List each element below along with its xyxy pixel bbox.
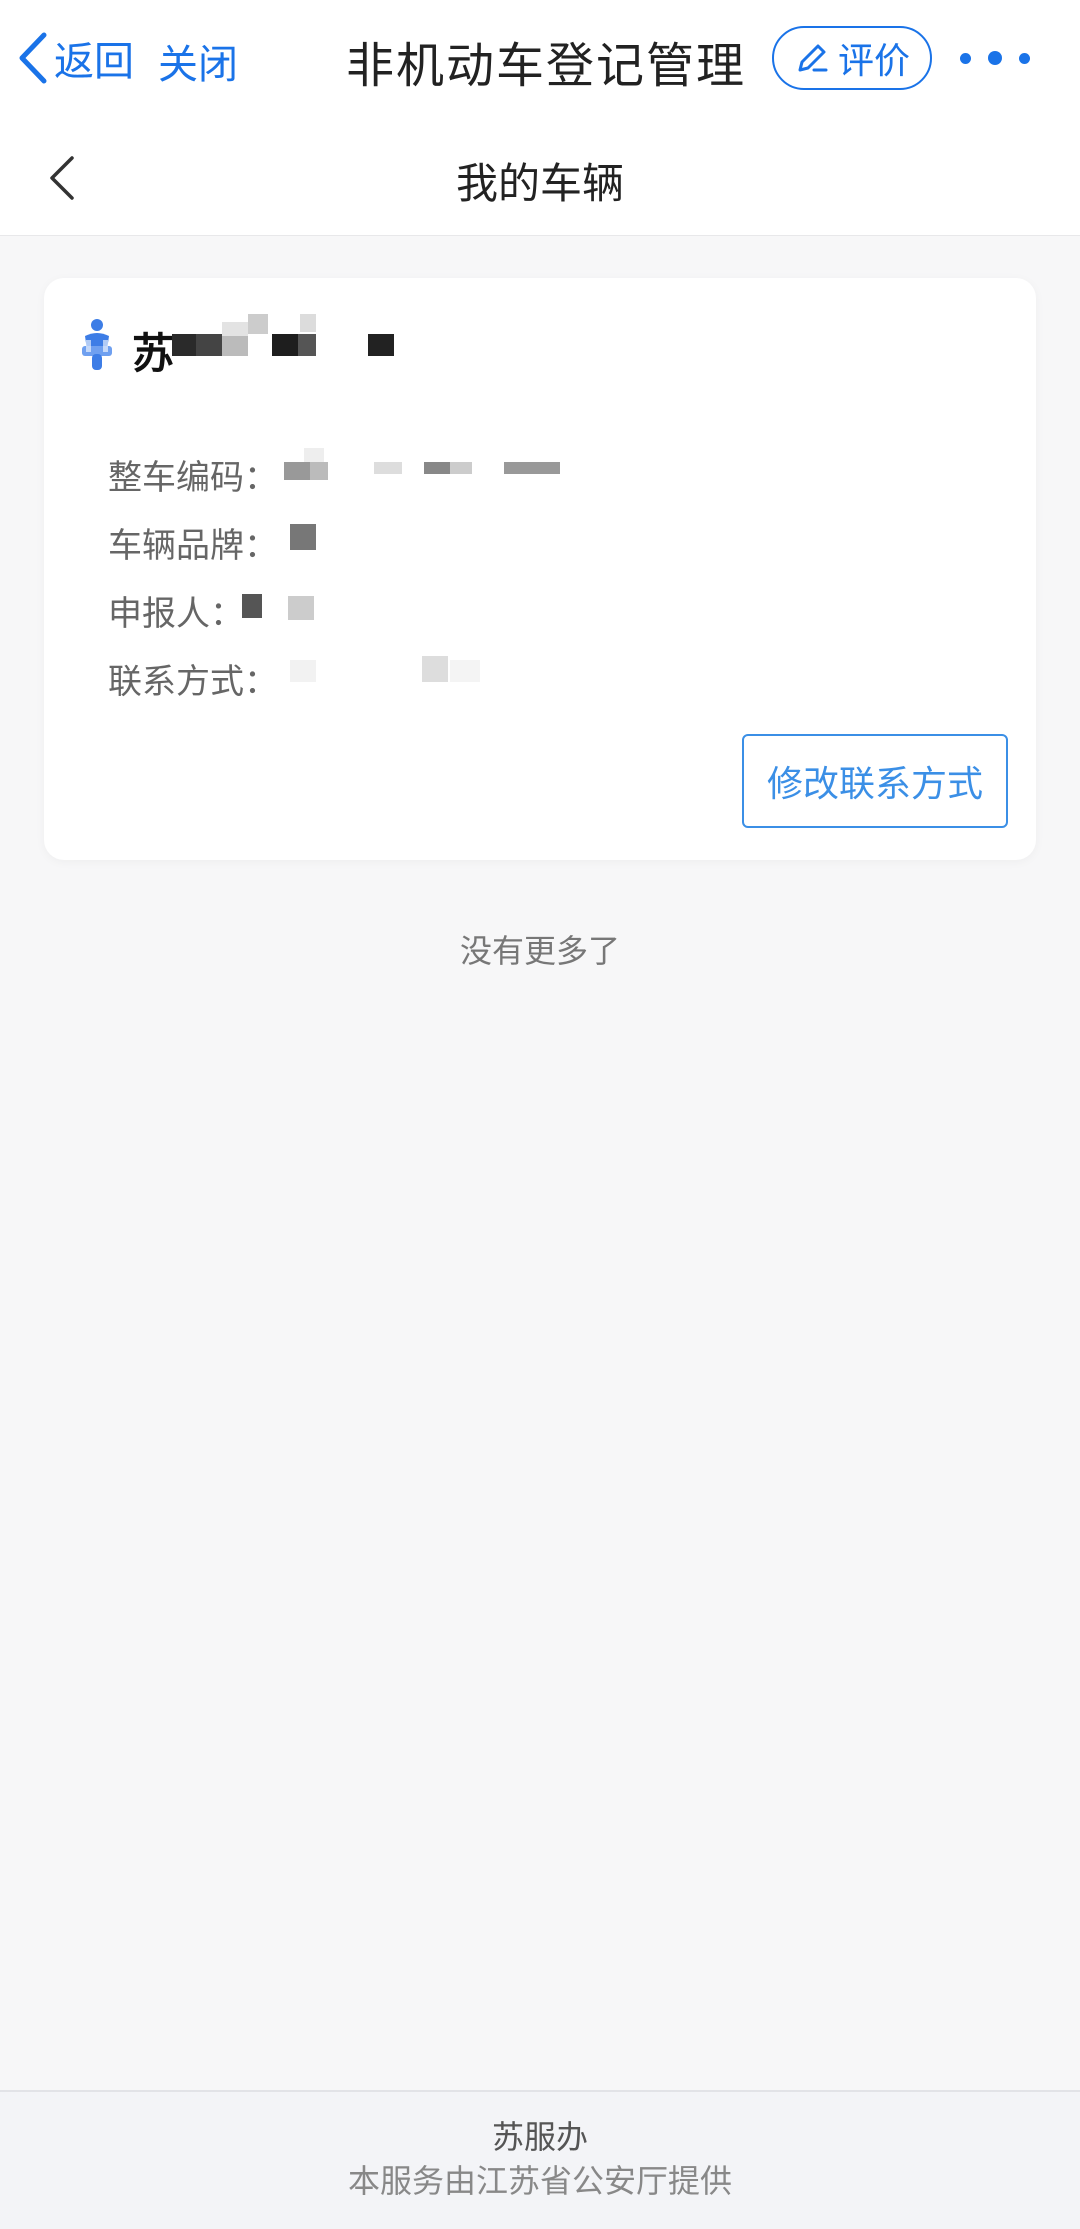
chevron-left-icon <box>19 32 47 84</box>
list-end-text: 没有更多了 <box>459 932 620 970</box>
close-button[interactable]: 关闭 <box>158 32 238 90</box>
rate-button[interactable]: 评价 <box>772 26 932 90</box>
applicant-redaction <box>242 590 322 626</box>
field-vehicle-code: 整车编码： <box>108 458 278 498</box>
field-applicant: 申报人： <box>108 594 244 634</box>
vehicle-code-redaction <box>284 448 624 488</box>
footer: 苏服办 本服务由江苏省公安厅提供 <box>0 2090 1080 2229</box>
scooter-rider-icon <box>82 319 112 370</box>
nav-bar: 我的车辆 <box>0 118 1080 236</box>
plate-number: 苏 <box>132 329 175 378</box>
back-label: 返回 <box>54 39 134 85</box>
page-title: 我的车辆 <box>455 159 624 208</box>
plate-redaction <box>172 314 452 370</box>
back-button[interactable]: 返回 <box>16 28 134 88</box>
rate-label: 评价 <box>837 41 910 82</box>
field-vehicle-brand: 车辆品牌： <box>108 526 278 566</box>
contact-redaction <box>290 656 510 686</box>
footer-provider: 本服务由江苏省公安厅提供 <box>347 2162 732 2200</box>
more-dots-icon[interactable] <box>960 40 1030 76</box>
vehicle-card: 苏 整车编码： 车辆品牌： 申报人： 联系方式： 修改联系方式 <box>44 278 1036 860</box>
field-contact: 联系方式： <box>108 662 278 702</box>
top-bar: 返回 关闭 非机动车登记管理 评价 <box>0 0 1080 118</box>
edit-contact-button[interactable]: 修改联系方式 <box>742 734 1008 828</box>
app-title: 非机动车登记管理 <box>346 38 747 94</box>
edit-pencil-icon <box>798 44 828 72</box>
footer-brand: 苏服办 <box>491 2118 588 2156</box>
page: 返回 关闭 非机动车登记管理 评价 我的车辆 苏 整车编码： 车辆品牌： 申报人… <box>0 0 1080 2229</box>
vehicle-brand-redaction <box>290 524 330 554</box>
